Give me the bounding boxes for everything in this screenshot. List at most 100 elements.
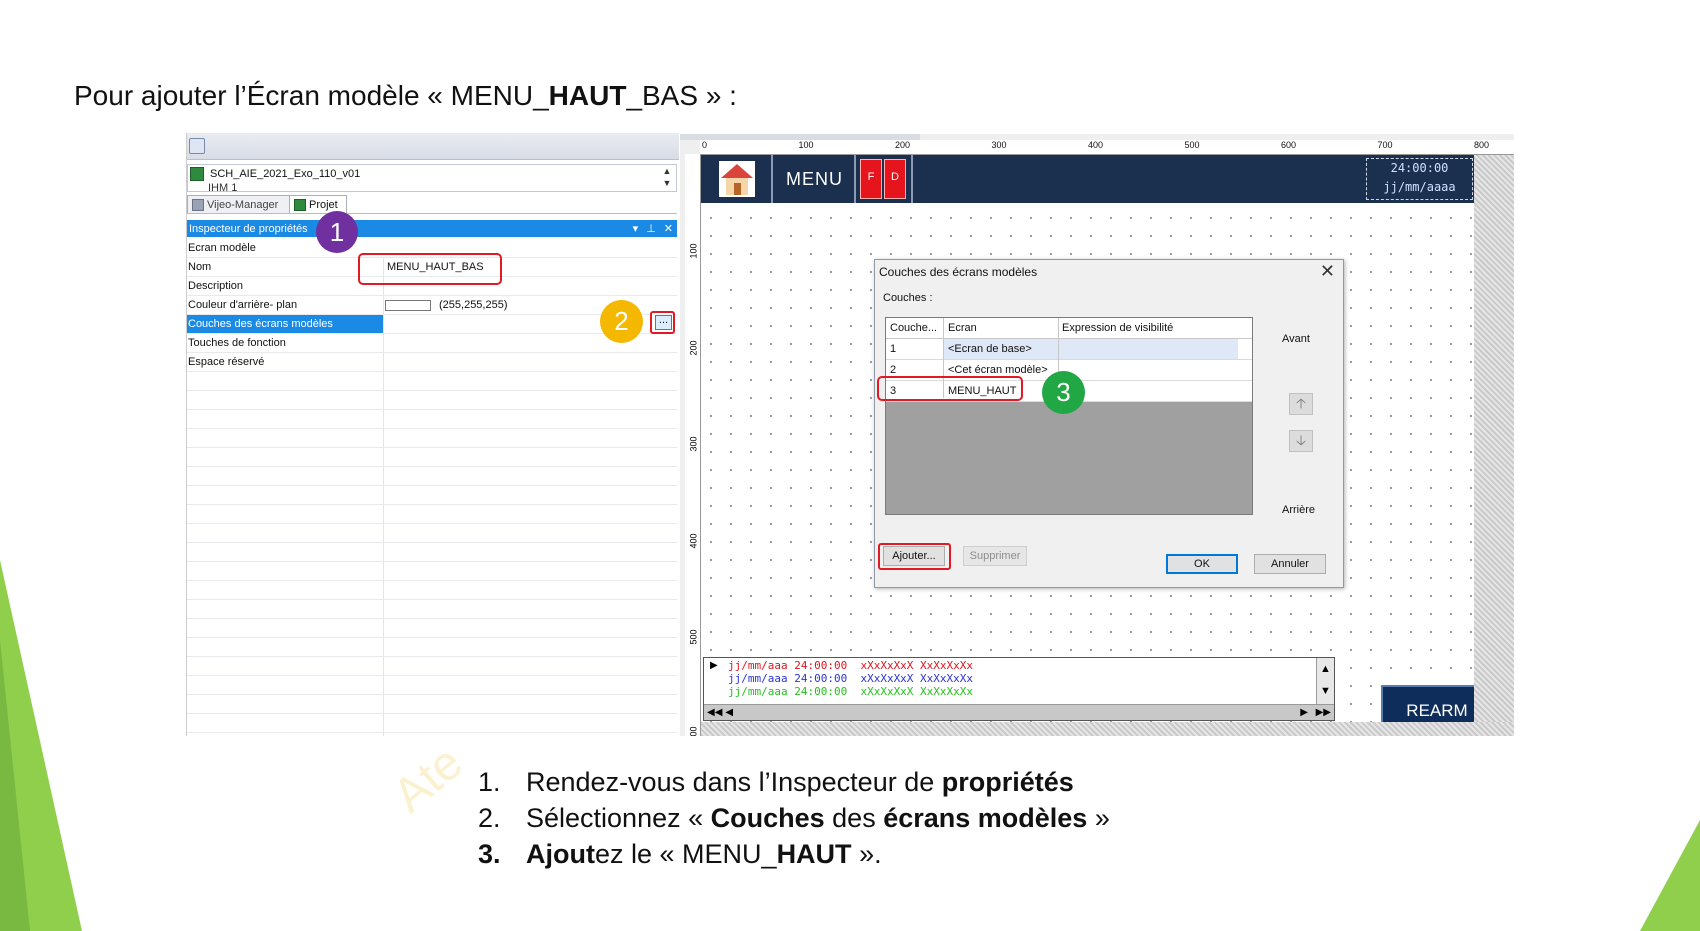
property-row-empty <box>187 372 677 391</box>
ruler-tick-label: 400 <box>688 532 699 549</box>
step-text: HAUT <box>776 839 852 869</box>
list-header: Couche... Ecran Expression de visibilité <box>886 318 1252 339</box>
layers-dialog: Couches des écrans modèles ✕ Couches : C… <box>874 259 1344 588</box>
next-icon[interactable]: ▶ <box>1300 705 1308 720</box>
canvas-margin <box>1474 155 1514 736</box>
property-row-empty <box>187 448 677 467</box>
ruler-tick-label: 200 <box>688 339 699 356</box>
ruler-tick-label: 0 <box>702 140 708 150</box>
slide-title: Pour ajouter l’Écran modèle « MENU_HAUT_… <box>74 80 737 111</box>
green-triangle-right <box>1640 820 1700 931</box>
couches-label: Couches : <box>883 292 933 304</box>
column-couche[interactable]: Couche... <box>890 322 937 334</box>
property-row-empty <box>187 562 677 581</box>
step-badge-2: 2 <box>600 300 643 343</box>
ellipsis-button[interactable]: ... <box>650 311 675 334</box>
property-row-touches[interactable]: Touches de fonction <box>187 334 677 353</box>
step-text: » <box>1087 803 1110 833</box>
property-row-espace[interactable]: Espace réservé <box>187 353 677 372</box>
step-item: 3. Ajoutez le « MENU_HAUT ». <box>478 836 1110 872</box>
ruler-horizontal: 0 100 200 300 400 500 600 700 800 <box>700 140 1514 155</box>
tab-vijeo-manager[interactable]: Vijeo-Manager <box>187 195 295 213</box>
property-row-empty <box>187 638 677 657</box>
alarm-nav-bar[interactable]: ◀◀ ◀ ▶▶ ▶ <box>704 704 1334 720</box>
left-panel: SCH_AIE_2021_Exo_110_v01 IHM 1 ▲ ▼ Vijeo-… <box>186 133 679 736</box>
clock-display: 24:00:00 jj/mm/aaaa <box>1366 158 1473 200</box>
step-text: Couches <box>710 803 825 833</box>
header-separator <box>911 155 913 203</box>
close-icon[interactable]: ✕ <box>1320 261 1335 282</box>
property-row-empty <box>187 410 677 429</box>
property-row-empty <box>187 695 677 714</box>
vijeo-manager-icon <box>192 198 204 211</box>
step-text: Ajout <box>526 839 595 869</box>
ruler-tick-label: 300 <box>991 140 1007 150</box>
f-button[interactable]: F <box>860 159 882 199</box>
list-item[interactable]: 1 <Ecran de base> <box>886 339 1252 360</box>
alarm-scrollbar[interactable]: ▲ ▼ <box>1316 658 1334 704</box>
step-text: écrans modèles <box>883 803 1088 833</box>
tree-item-project[interactable]: SCH_AIE_2021_Exo_110_v01 <box>190 166 360 181</box>
ok-button[interactable]: OK <box>1166 554 1238 574</box>
step-number: 3. <box>478 839 501 869</box>
dialog-title: Couches des écrans modèles <box>879 265 1038 279</box>
supprimer-button[interactable]: Supprimer <box>963 546 1027 566</box>
layers-list[interactable]: Couche... Ecran Expression de visibilité… <box>885 317 1253 515</box>
d-button[interactable]: D <box>884 159 906 199</box>
home-icon[interactable] <box>717 159 757 199</box>
property-row-empty <box>187 486 677 505</box>
annuler-button[interactable]: Annuler <box>1254 554 1326 574</box>
tree-scrollbar[interactable]: ▲ ▼ <box>660 165 674 191</box>
step-text: Sélectionnez « <box>526 803 711 833</box>
ruler-tick-label: 700 <box>1377 140 1393 150</box>
property-row-empty <box>187 467 677 486</box>
last-icon[interactable]: ▶▶ <box>1316 705 1331 720</box>
property-row-empty <box>187 600 677 619</box>
menu-button[interactable]: MENU <box>786 169 843 190</box>
color-swatch[interactable] <box>385 299 431 311</box>
ruler-tick-label: 300 <box>688 436 699 452</box>
prev-icon[interactable]: ◀ <box>725 707 733 718</box>
ruler-tick-label: 800 <box>1474 140 1490 150</box>
alarm-cursor-icon: ▶ <box>710 660 718 671</box>
ruler-tick-label: 600 <box>688 725 699 736</box>
ruler-tick-label: 100 <box>798 140 814 150</box>
step-badge-1: 1 <box>316 211 358 253</box>
ruler-tick-label: 500 <box>688 629 699 645</box>
alarm-line: jj/mm/aaa 24:00:00 xXxXxXxX XxXxXxXx <box>728 659 974 672</box>
panel-toolbar <box>187 133 679 160</box>
alarm-line: jj/mm/aaa 24:00:00 xXxXxXxX XxXxXxXx <box>728 685 974 698</box>
arrow-down-icon[interactable]: 🡣 <box>1289 430 1313 452</box>
highlight-menu-haut <box>877 376 1023 401</box>
property-row-empty <box>187 676 677 695</box>
property-row-empty <box>187 657 677 676</box>
pin-icon[interactable]: ⊥ <box>646 222 656 235</box>
step-text: propriétés <box>941 767 1074 797</box>
property-row-empty <box>187 524 677 543</box>
properties-icon[interactable] <box>189 138 205 154</box>
step-number: 2. <box>478 803 501 833</box>
arrow-up-icon[interactable]: 🡡 <box>1289 393 1313 415</box>
ruler-vertical: 100 200 300 400 500 600 <box>685 154 701 736</box>
step-badge-3: 3 <box>1042 371 1085 414</box>
property-row-empty <box>187 429 677 448</box>
close-icon[interactable]: ✕ <box>664 222 673 235</box>
project-icon <box>190 166 204 181</box>
ruler-tick-label: 500 <box>1184 140 1200 150</box>
arriere-label: Arrière <box>1282 504 1316 516</box>
dropdown-icon[interactable]: ▾ <box>633 222 639 235</box>
column-expression[interactable]: Expression de visibilité <box>1062 322 1173 334</box>
project-tree[interactable]: SCH_AIE_2021_Exo_110_v01 IHM 1 ▲ ▼ <box>187 164 677 192</box>
first-icon[interactable]: ◀◀ <box>707 707 722 718</box>
step-text: ». <box>851 839 882 869</box>
alarm-line: jj/mm/aaa 24:00:00 xXxXxXxX XxXxXxXx <box>728 672 974 685</box>
property-row-empty <box>187 505 677 524</box>
property-row-empty <box>187 619 677 638</box>
ruler-tick-label: 400 <box>1088 140 1104 150</box>
step-text: ez le « MENU_ <box>594 839 777 869</box>
alarm-banner[interactable]: ▶ jj/mm/aaa 24:00:00 xXxXxXxX XxXxXxXx jj… <box>703 657 1335 721</box>
column-ecran[interactable]: Ecran <box>948 322 977 334</box>
step-item: 1. Rendez-vous dans l’Inspecteur de propr… <box>478 764 1110 800</box>
header-separator <box>854 155 856 203</box>
tree-item-hmi[interactable]: IHM 1 <box>208 182 237 192</box>
